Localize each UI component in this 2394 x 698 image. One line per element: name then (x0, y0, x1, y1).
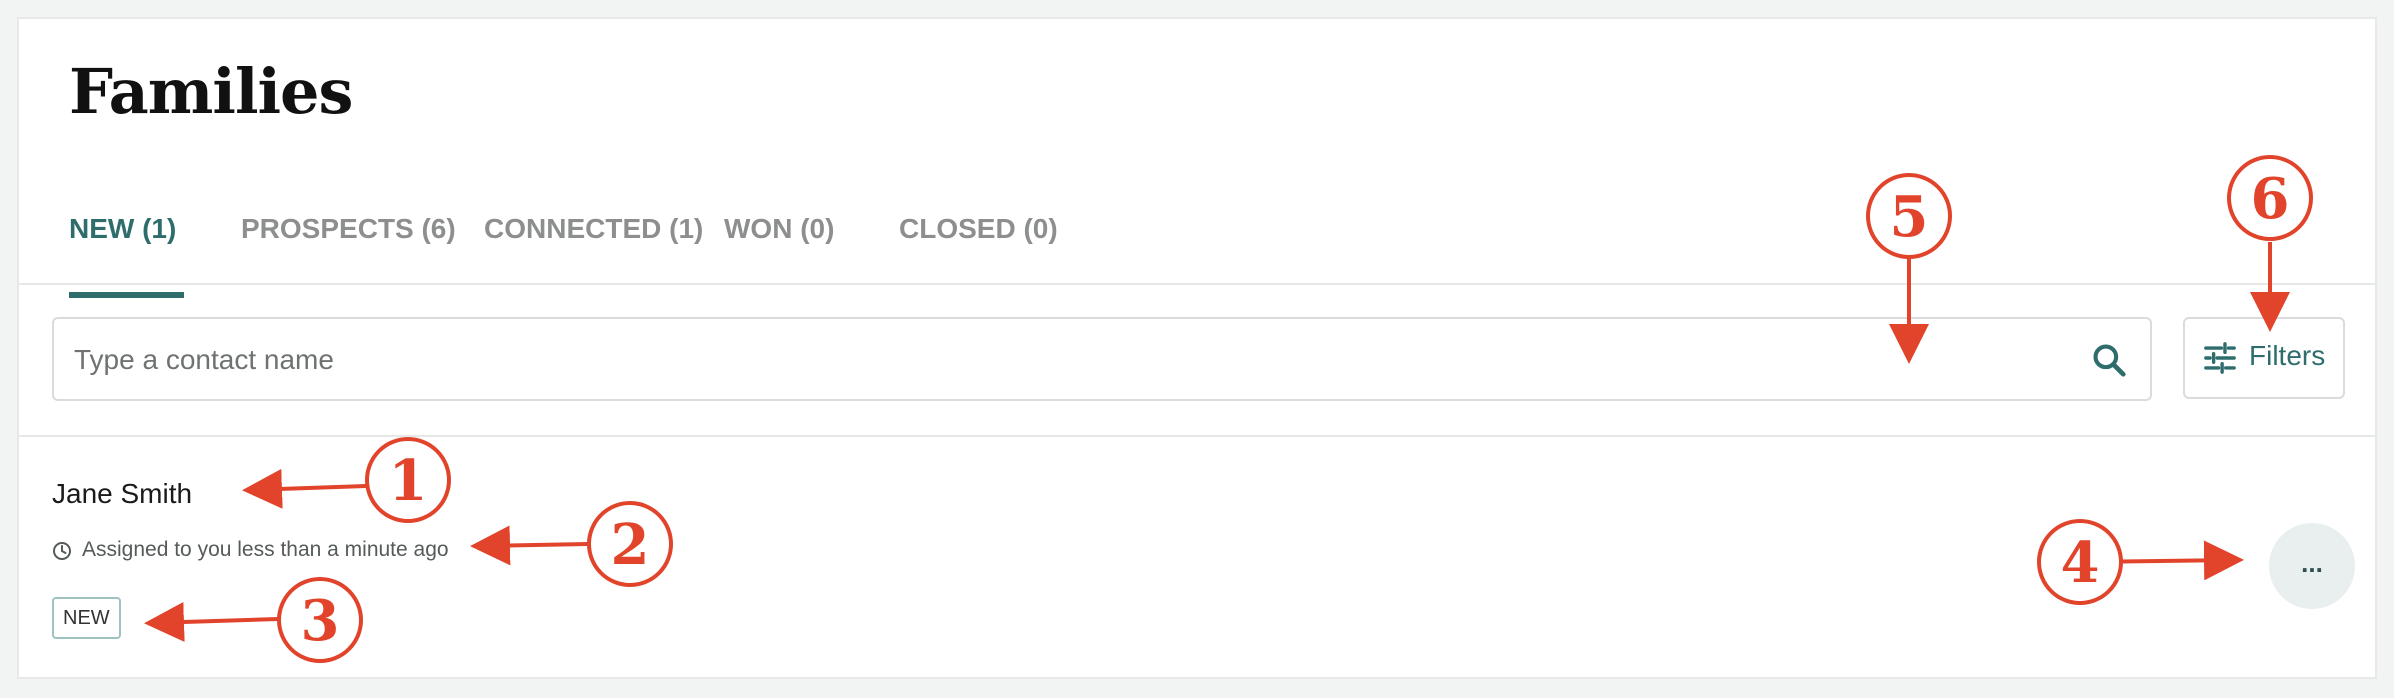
search-divider (19, 435, 2375, 437)
tab-new[interactable]: NEW (1) (69, 213, 176, 245)
tab-connected[interactable]: CONNECTED (1) (484, 213, 703, 245)
tabs-divider (19, 283, 2375, 285)
families-card: Families NEW (1) PROSPECTS (6) CONNECTED… (17, 17, 2377, 679)
clock-icon (53, 542, 71, 560)
search-input[interactable] (72, 337, 2056, 383)
assigned-text: Assigned to you less than a minute ago (82, 538, 449, 561)
page-title: Families (69, 55, 353, 128)
filters-label: Filters (2249, 340, 2326, 371)
status-badge: NEW (52, 597, 121, 639)
contact-name[interactable]: Jane Smith (52, 478, 192, 510)
search-icon[interactable] (2090, 341, 2128, 379)
sliders-icon (2204, 342, 2236, 374)
tab-closed[interactable]: CLOSED (0) (899, 213, 1058, 245)
tab-prospects[interactable]: PROSPECTS (6) (241, 213, 456, 245)
tab-won[interactable]: WON (0) (724, 213, 834, 245)
more-icon: ... (2301, 548, 2323, 578)
more-options-button[interactable]: ... (2269, 523, 2355, 609)
search-box (52, 317, 2152, 401)
active-tab-indicator (69, 292, 184, 298)
filters-button[interactable]: Filters (2183, 317, 2345, 399)
